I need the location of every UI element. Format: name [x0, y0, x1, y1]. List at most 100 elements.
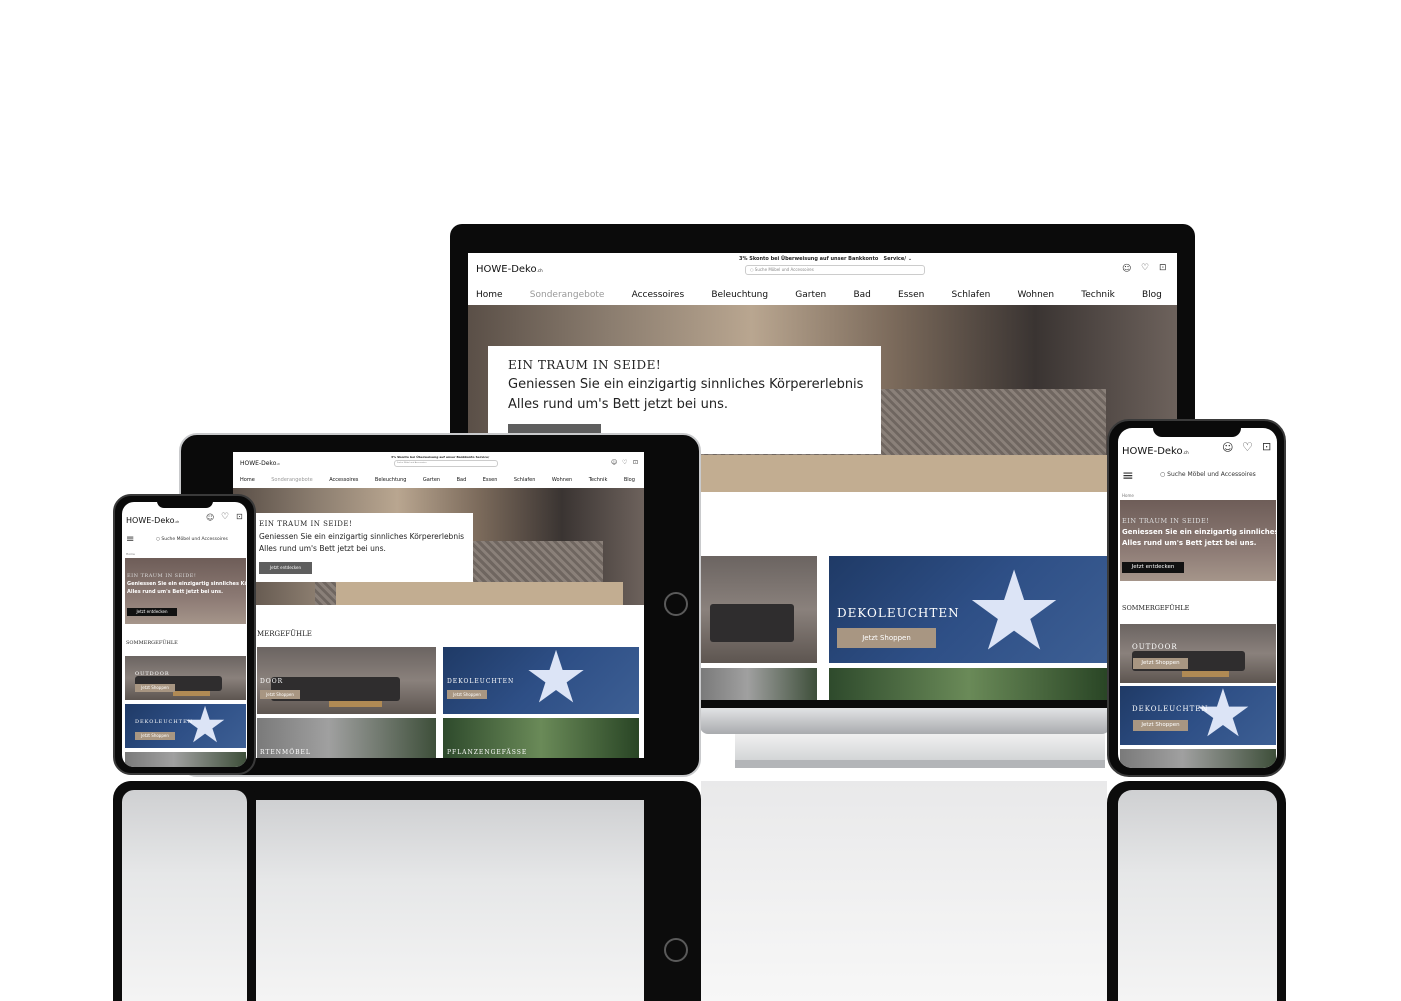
search-input[interactable]: ○ Suche Möbel und Accessoires: [745, 265, 925, 275]
tile-image-table: [328, 700, 383, 708]
tile-dekoleuchten[interactable]: ★ DEKOLEUCHTEN Jetzt Shoppen: [829, 556, 1108, 663]
nav-item[interactable]: Sonderangebote: [271, 477, 312, 483]
tile-label: DEKOLEUCHTEN: [837, 606, 960, 620]
nav-item[interactable]: Garten: [795, 290, 826, 300]
nav-item[interactable]: Wohnen: [552, 477, 572, 483]
nav-item[interactable]: Blog: [1142, 290, 1162, 300]
phone-notch: [1153, 423, 1241, 437]
tile-dekoleuchten[interactable]: ★ DEKOLEUCHTEN Jetzt Shoppen: [125, 704, 246, 748]
section-title: SOMMERGEFÜHLE: [1122, 604, 1190, 612]
user-icon[interactable]: ☺: [611, 460, 617, 466]
nav-item[interactable]: Technik: [1081, 290, 1115, 300]
hero-line2: Alles rund um's Bett jetzt bei uns.: [508, 397, 728, 412]
tile-gartenmoebel[interactable]: RTENMÖBEL: [257, 718, 436, 758]
tile-outdoor[interactable]: DOOR Jetzt Shoppen: [257, 647, 436, 714]
heart-icon[interactable]: ♡: [1242, 441, 1253, 453]
tile-pflanzengefaesse[interactable]: PFLANZENGEFÄSSE: [443, 718, 639, 758]
hero-title: EIN TRAUM IN SEIDE!: [508, 358, 662, 372]
nav-item[interactable]: Essen: [898, 290, 924, 300]
phone-notch: [157, 498, 213, 508]
cart-icon[interactable]: ⊡: [633, 460, 638, 466]
breadcrumb[interactable]: Home: [1122, 493, 1134, 498]
cart-icon[interactable]: ⊡: [1159, 264, 1167, 273]
menu-icon[interactable]: ≡: [1122, 469, 1134, 483]
nav-item[interactable]: Accessoires: [632, 290, 685, 300]
shop-button[interactable]: Jetzt Shoppen: [135, 684, 175, 692]
shop-button[interactable]: Jetzt Shoppen: [135, 732, 175, 740]
cart-icon[interactable]: ⊡: [1262, 441, 1271, 452]
tile-dekoleuchten[interactable]: ★ DEKOLEUCHTEN Jetzt Shoppen: [443, 647, 639, 714]
star-lamp-image: ★: [182, 704, 228, 748]
nav-item[interactable]: Sonderangebote: [530, 290, 605, 300]
brand-logo[interactable]: HOWE-Deko.ch: [1122, 446, 1189, 457]
nav-item[interactable]: Bad: [853, 290, 870, 300]
nav-item[interactable]: Accessoires: [329, 477, 358, 483]
shop-button[interactable]: Jetzt Shoppen: [837, 628, 936, 648]
hero-line1: Geniessen Sie ein einzigartig sinnliches…: [127, 581, 246, 587]
reflection-phone-right-screen: [1118, 790, 1277, 1001]
tile-label: OUTDOOR: [1132, 643, 1178, 651]
tile-image-table: [173, 691, 210, 696]
nav-item[interactable]: Essen: [483, 477, 498, 483]
hero-line1: Geniessen Sie ein einzigartig sinnliches…: [1122, 528, 1276, 536]
shop-button[interactable]: Jetzt Shoppen: [447, 690, 487, 699]
heart-icon[interactable]: ♡: [622, 460, 627, 466]
nav-item[interactable]: Garten: [423, 477, 440, 483]
tile-outdoor[interactable]: OUTDOOR Jetzt Shoppen: [125, 656, 246, 700]
nav-item[interactable]: Home: [476, 290, 503, 300]
hero-card: EIN TRAUM IN SEIDE! Geniessen Sie ein ei…: [253, 513, 473, 582]
nav-item[interactable]: Beleuchtung: [711, 290, 768, 300]
search-input[interactable]: Suche Möbel und Accessoires: [394, 460, 498, 467]
tile-outdoor[interactable]: [701, 556, 817, 663]
tile-gartenmoebel[interactable]: [125, 752, 246, 767]
tile-gartenmoebel[interactable]: [1120, 749, 1276, 768]
tile-dekoleuchten[interactable]: ★ DEKOLEUCHTEN Jetzt Shoppen: [1120, 686, 1276, 745]
brand-logo[interactable]: HOWE-Deko.ch: [240, 460, 280, 467]
tile-label: PFLANZENGEFÄSSE: [447, 749, 528, 756]
tablet-home-button[interactable]: [664, 592, 688, 616]
heart-icon[interactable]: ♡: [1141, 264, 1149, 273]
shop-button[interactable]: Jetzt Shoppen: [1133, 658, 1188, 669]
service-menu[interactable]: Service/: [476, 455, 490, 459]
breadcrumb[interactable]: Home: [126, 552, 135, 556]
shop-button[interactable]: Jetzt Shoppen: [260, 690, 300, 699]
hero-cta-button[interactable]: Jetzt entdecken: [1122, 562, 1184, 573]
brand-logo[interactable]: HOWE-Deko.ch: [476, 264, 543, 275]
tile-label: DEKOLEUCHTEN: [447, 678, 515, 685]
tile-label: DEKOLEUCHTEN: [135, 719, 194, 725]
cart-icon[interactable]: ⊡: [236, 513, 243, 521]
hero-cta-button[interactable]: Jetzt entdecken: [127, 608, 177, 616]
hero-line1: Geniessen Sie ein einzigartig sinnliches…: [259, 532, 465, 541]
tile-outdoor[interactable]: OUTDOOR Jetzt Shoppen: [1120, 624, 1276, 683]
tile-gartenmoebel[interactable]: [701, 668, 817, 700]
nav-item[interactable]: Schlafen: [952, 290, 991, 300]
star-lamp-image: ★: [964, 556, 1064, 663]
search-input[interactable]: ○ Suche Möbel und Accessoires: [1160, 470, 1277, 480]
nav-item[interactable]: Schlafen: [514, 477, 536, 483]
nav-item[interactable]: Blog: [624, 477, 635, 483]
hero-title: EIN TRAUM IN SEIDE!: [127, 573, 197, 579]
nav-item[interactable]: Home: [240, 477, 255, 483]
promo-banner: 3% Skonto bei Überweisung auf unser Bank…: [739, 256, 913, 262]
laptop-base: [700, 708, 1110, 734]
section-title: SOMMERGEFÜHLE: [126, 640, 178, 646]
nav-item[interactable]: Beleuchtung: [375, 477, 407, 483]
promo-banner: 3% Skonto bei Überweisung auf unser Bank…: [391, 455, 490, 459]
nav-item[interactable]: Technik: [589, 477, 608, 483]
nav-item[interactable]: Bad: [457, 477, 467, 483]
nav-item[interactable]: Wohnen: [1018, 290, 1055, 300]
shop-button[interactable]: Jetzt Shoppen: [1133, 720, 1188, 731]
tile-pflanzengefaesse[interactable]: [829, 668, 1108, 700]
hero-cta-button[interactable]: Jetzt entdecken: [259, 562, 312, 574]
service-menu[interactable]: Service/: [884, 256, 907, 262]
brand-logo[interactable]: HOWE-Deko.ch: [126, 516, 179, 525]
tile-image: [710, 604, 794, 642]
hero-line2: Alles rund um's Bett jetzt bei uns.: [127, 589, 224, 595]
menu-icon[interactable]: ≡: [126, 535, 134, 545]
search-icon: ○: [750, 267, 754, 272]
search-input[interactable]: ○ Suche Möbel und Accessoires: [156, 536, 246, 544]
heart-icon[interactable]: ♡: [221, 513, 229, 522]
user-icon[interactable]: ☺: [1122, 265, 1131, 274]
user-icon[interactable]: ☺: [206, 514, 214, 522]
user-icon[interactable]: ☺: [1222, 442, 1233, 453]
